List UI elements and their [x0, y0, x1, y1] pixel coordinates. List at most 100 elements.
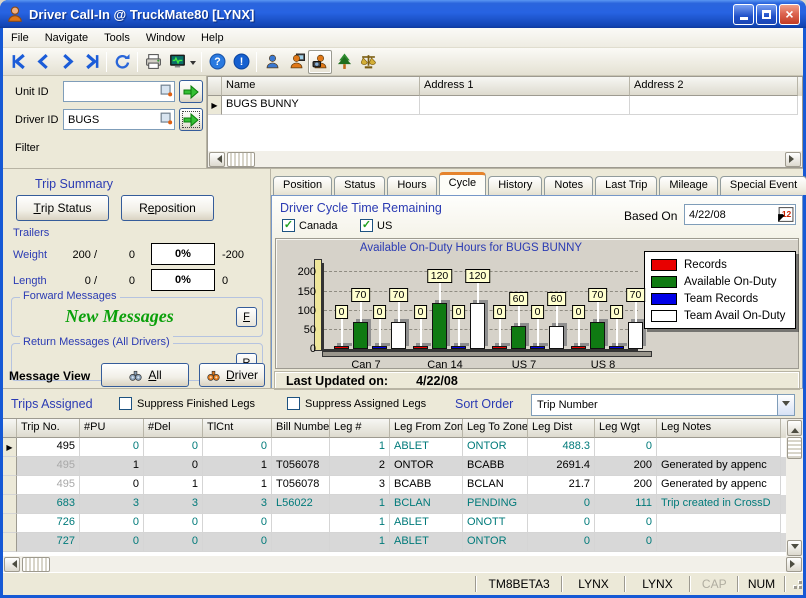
- column-header-legdist[interactable]: Leg Dist: [528, 419, 595, 438]
- trips-vertical-scrollbar[interactable]: [786, 419, 803, 557]
- column-header-legfromzone[interactable]: Leg From Zone: [390, 419, 463, 438]
- table-row[interactable]: 7270001ABLETONTOR00: [3, 533, 786, 552]
- driver-blue-button[interactable]: [260, 50, 284, 74]
- forward-messages-button[interactable]: F: [236, 307, 257, 327]
- us-checkbox[interactable]: ✓ US: [360, 219, 392, 232]
- suppress-assigned-checkbox[interactable]: Suppress Assigned Legs: [287, 397, 426, 410]
- print-button[interactable]: [141, 50, 165, 74]
- canada-checkbox[interactable]: ✓ Canada: [282, 219, 338, 232]
- svg-text:!: !: [239, 56, 243, 68]
- help-icon: ?: [209, 53, 226, 70]
- close-button[interactable]: ×: [779, 4, 800, 25]
- last-record-button[interactable]: [79, 50, 103, 74]
- menu-tools[interactable]: Tools: [96, 30, 138, 46]
- menu-file[interactable]: File: [3, 30, 37, 46]
- monitor-dropdown-caret[interactable]: [190, 61, 196, 68]
- scales-button[interactable]: [356, 50, 380, 74]
- column-header-tripno[interactable]: Trip No.: [17, 419, 80, 438]
- table-row[interactable]: 7260001ABLETONOTT00: [3, 514, 786, 533]
- table-row[interactable]: ▶4950001ABLETONTOR488.30: [3, 438, 786, 457]
- column-header-leg[interactable]: Leg #: [330, 419, 390, 438]
- suppress-finished-checkbox[interactable]: Suppress Finished Legs: [119, 397, 255, 410]
- scroll-down-button[interactable]: [787, 540, 802, 556]
- table-cell: 0: [595, 438, 657, 457]
- main-horizontal-scrollbar[interactable]: [3, 556, 803, 572]
- canada-checkbox-label: Canada: [299, 220, 338, 232]
- prior-record-button[interactable]: [31, 50, 55, 74]
- column-header-address-2[interactable]: Address 2: [630, 77, 798, 96]
- table-row[interactable]: 495011T0560783BCABBBCLAN21.7200Generated…: [3, 476, 786, 495]
- column-header-tlcnt[interactable]: TlCnt: [203, 419, 272, 438]
- length-progress: 0%: [151, 269, 215, 291]
- trips-table[interactable]: Trip No.#PU#DelTlCntBill NumberLeg #Leg …: [3, 418, 803, 556]
- bar-value-label: 0: [335, 305, 349, 319]
- column-header-legnotes[interactable]: Leg Notes: [657, 419, 781, 438]
- calendar-icon[interactable]: 12: [777, 206, 794, 226]
- scroll-right-button[interactable]: [785, 152, 801, 167]
- next-record-button[interactable]: [55, 50, 79, 74]
- column-header-address-1[interactable]: Address 1: [420, 77, 630, 96]
- menu-window[interactable]: Window: [138, 30, 193, 46]
- driver-lookup-icon[interactable]: [160, 112, 173, 128]
- title-bar[interactable]: Driver Call-In @ TruckMate80 [LYNX] ×: [0, 0, 806, 28]
- table-row[interactable]: 495101T0560782ONTORBCABB2691.4200Generat…: [3, 457, 786, 476]
- driver-go-button[interactable]: [179, 108, 203, 131]
- scroll-left-button[interactable]: [209, 152, 225, 167]
- column-header-name[interactable]: Name: [222, 77, 420, 96]
- scroll-thumb[interactable]: [227, 152, 255, 167]
- first-record-button[interactable]: [7, 50, 31, 74]
- driver-grid[interactable]: NameAddress 1Address 2▶BUGS BUNNY: [207, 76, 803, 168]
- tab-last-trip[interactable]: Last Trip: [595, 176, 657, 195]
- column-header-legwgt[interactable]: Leg Wgt: [595, 419, 657, 438]
- driver-grid-scrollbar[interactable]: [208, 151, 802, 167]
- trip-status-button[interactable]: Trip Status: [16, 195, 109, 221]
- status-bar: TM8BETA3LYNXLYNXCAPNUM: [3, 572, 803, 595]
- tab-notes[interactable]: Notes: [544, 176, 593, 195]
- table-cell: [272, 438, 330, 457]
- menu-navigate[interactable]: Navigate: [37, 30, 96, 46]
- column-header-pu[interactable]: #PU: [80, 419, 144, 438]
- monitor-button[interactable]: [165, 50, 189, 74]
- scroll-thumb[interactable]: [22, 557, 50, 572]
- column-header-del[interactable]: #Del: [144, 419, 203, 438]
- row-selector: ▶: [3, 438, 17, 457]
- label-stem: [537, 319, 539, 346]
- scroll-right-button[interactable]: [786, 557, 802, 572]
- driver-grid-row[interactable]: ▶BUGS BUNNY: [208, 96, 802, 115]
- reposition-button[interactable]: Reposition: [121, 195, 214, 221]
- tab-history[interactable]: History: [488, 176, 542, 195]
- driver-workstation-button[interactable]: [284, 50, 308, 74]
- column-header-legtozone[interactable]: Leg To Zone: [463, 419, 528, 438]
- message-view-all-button[interactable]: All: [101, 363, 189, 387]
- menu-help[interactable]: Help: [193, 30, 232, 46]
- message-view-driver-button[interactable]: Driver: [199, 363, 265, 387]
- info-button[interactable]: !: [229, 50, 253, 74]
- driver-id-input[interactable]: [63, 109, 175, 130]
- tree-button[interactable]: [332, 50, 356, 74]
- resize-grip[interactable]: [790, 577, 803, 591]
- row-selector: [3, 476, 17, 495]
- tab-special-event[interactable]: Special Event: [720, 176, 806, 195]
- scroll-thumb[interactable]: [787, 437, 802, 459]
- sort-order-combo[interactable]: Trip Number: [531, 394, 795, 416]
- table-row[interactable]: 683333L560221BCLANPENDING0111Trip create…: [3, 495, 786, 514]
- tab-status[interactable]: Status: [334, 176, 385, 195]
- unit-id-input[interactable]: [63, 81, 175, 102]
- help-button[interactable]: ?: [205, 50, 229, 74]
- chevron-down-icon[interactable]: [777, 395, 794, 415]
- unit-go-button[interactable]: [179, 80, 203, 103]
- tab-hours[interactable]: Hours: [387, 176, 436, 195]
- scroll-up-button[interactable]: [787, 420, 802, 436]
- table-cell: BCLAN: [390, 495, 463, 514]
- column-header-billnumber[interactable]: Bill Number: [272, 419, 330, 438]
- scroll-left-button[interactable]: [4, 557, 20, 572]
- maximize-button[interactable]: [756, 4, 777, 25]
- tab-mileage[interactable]: Mileage: [659, 176, 718, 195]
- minimize-button[interactable]: [733, 4, 754, 25]
- driver-callin-button[interactable]: [308, 50, 332, 74]
- unit-lookup-icon[interactable]: [160, 84, 173, 100]
- tab-position[interactable]: Position: [273, 176, 332, 195]
- grip-dot: [799, 581, 802, 584]
- refresh-button[interactable]: [110, 50, 134, 74]
- tab-cycle[interactable]: Cycle: [439, 172, 487, 195]
